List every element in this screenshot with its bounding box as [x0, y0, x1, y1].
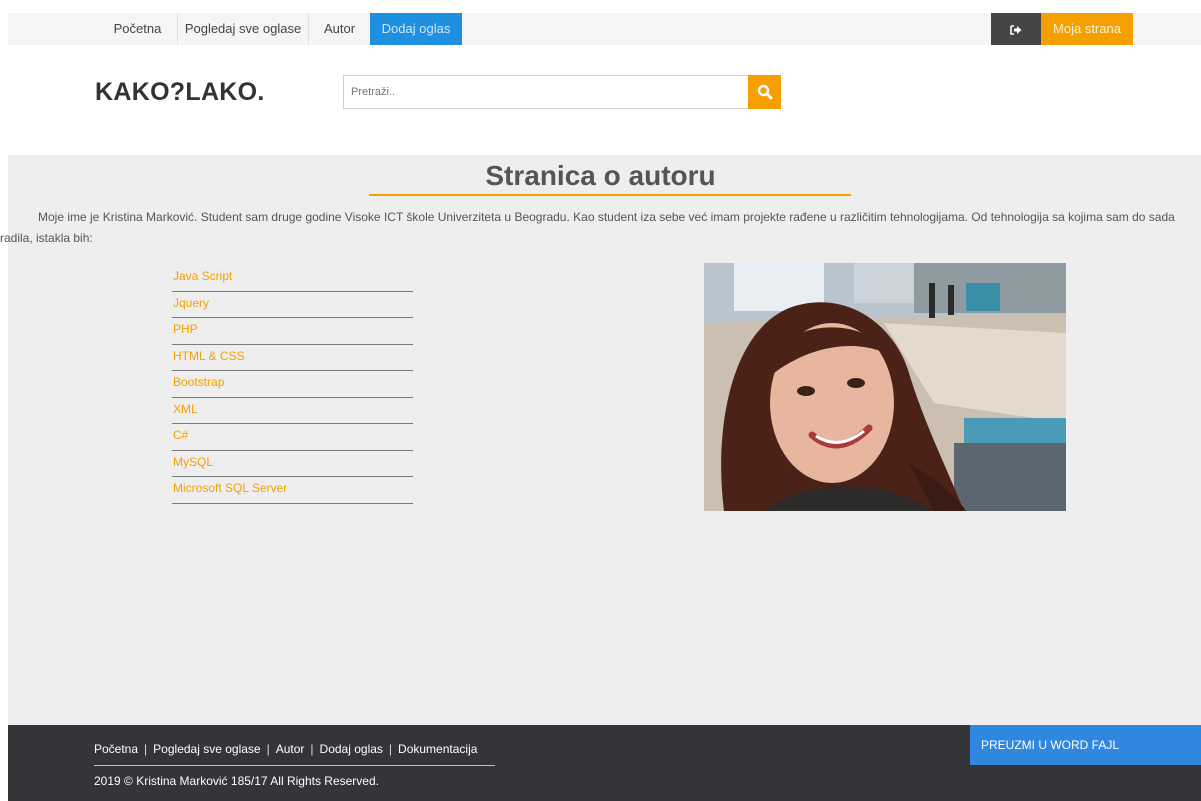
search-input[interactable]: [343, 75, 748, 109]
footer-separator: |: [266, 742, 270, 756]
technology-item[interactable]: Microsoft SQL Server: [172, 477, 413, 504]
technology-item[interactable]: Java Script: [172, 265, 413, 292]
nav-all-ads-link[interactable]: Pogledaj sve oglase: [178, 13, 309, 45]
my-page-button[interactable]: Moja strana: [1041, 13, 1133, 45]
nav-author-link[interactable]: Autor: [309, 13, 370, 45]
footer-link-add-ad[interactable]: Dodaj oglas: [320, 742, 383, 756]
technology-item[interactable]: Jquery: [172, 292, 413, 318]
search-icon: [757, 84, 772, 100]
site-logo[interactable]: KAKO?LAKO.: [95, 78, 265, 107]
copyright-text: 2019 © Kristina Marković 185/17 All Righ…: [94, 774, 379, 788]
author-section: Stranica o autoru Moje ime je Kristina M…: [0, 155, 1201, 725]
sign-out-icon: [1010, 24, 1022, 35]
footer-link-author[interactable]: Autor: [276, 742, 305, 756]
title-underline: [369, 194, 851, 196]
logout-button[interactable]: [991, 13, 1041, 45]
author-photo: [704, 263, 1066, 511]
technology-item[interactable]: XML: [172, 398, 413, 424]
footer-nav: Početna | Pogledaj sve oglase | Autor | Dodaj …: [94, 742, 477, 756]
technology-item[interactable]: C#: [172, 424, 413, 451]
footer-link-documentation[interactable]: Dokumentacija: [398, 742, 477, 756]
search-bar: [343, 75, 781, 109]
author-photo-illustration: [704, 263, 1066, 511]
technology-item[interactable]: PHP: [172, 318, 413, 345]
nav-add-ad-link[interactable]: Dodaj oglas: [370, 13, 462, 45]
page-title: Stranica o autoru: [485, 160, 716, 191]
footer: Početna | Pogledaj sve oglase | Autor | Dodaj …: [8, 725, 1201, 801]
technology-list: Java Script Jquery PHP HTML & CSS Bootst…: [172, 265, 413, 504]
footer-link-home[interactable]: Početna: [94, 742, 138, 756]
footer-link-all-ads[interactable]: Pogledaj sve oglase: [153, 742, 260, 756]
download-word-button[interactable]: PREUZMI U WORD FAJL: [970, 725, 1201, 765]
technology-item[interactable]: Bootstrap: [172, 371, 413, 398]
technology-item[interactable]: HTML & CSS: [172, 345, 413, 371]
technology-item[interactable]: MySQL: [172, 451, 413, 477]
top-navbar: Početna Pogledaj sve oglase Autor Dodaj …: [8, 13, 1201, 45]
footer-separator: |: [144, 742, 148, 756]
search-button[interactable]: [748, 75, 781, 109]
footer-separator: |: [310, 742, 314, 756]
footer-divider: [94, 765, 495, 766]
footer-separator: |: [388, 742, 393, 756]
nav-home-link[interactable]: Početna: [98, 13, 178, 45]
author-intro: Moje ime je Kristina Marković. Student s…: [0, 210, 1175, 245]
